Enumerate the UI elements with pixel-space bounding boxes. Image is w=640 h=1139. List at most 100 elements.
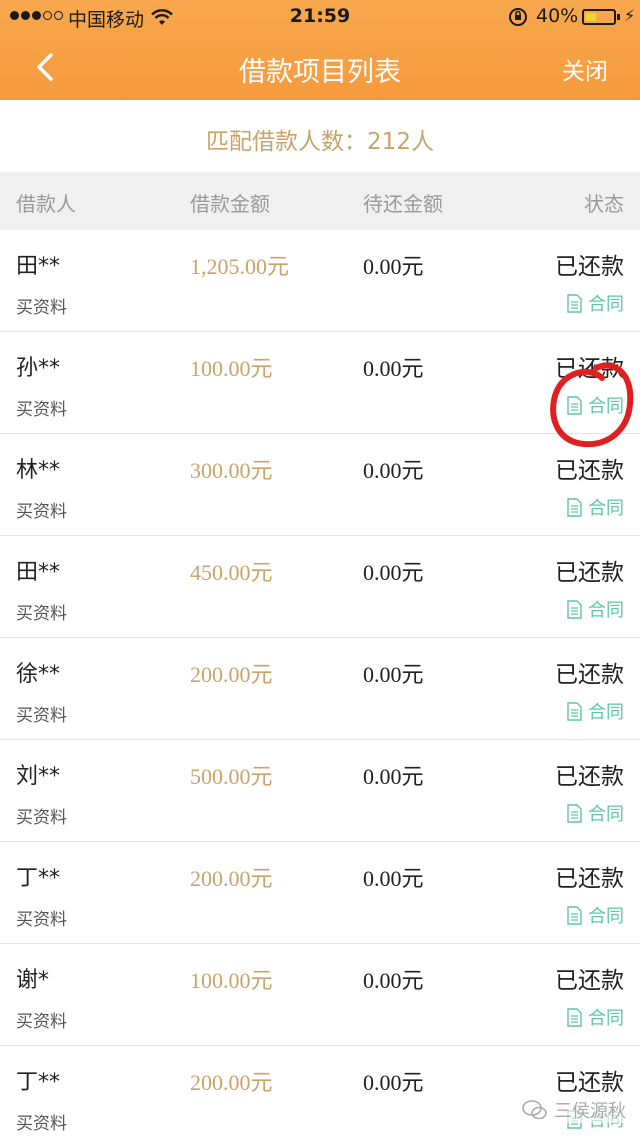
document-icon: [567, 497, 582, 517]
borrower-name: 刘**: [16, 764, 61, 789]
loan-amount: 450.00元: [190, 560, 273, 585]
borrower-name: 田**: [16, 560, 61, 585]
repayment-status: 已还款: [555, 1070, 624, 1096]
remaining-amount: 0.00元: [363, 968, 424, 993]
document-icon: [567, 1007, 582, 1027]
battery-icon: [582, 9, 616, 25]
loan-purpose: 买资料: [16, 706, 67, 726]
document-icon: [567, 905, 582, 925]
table-row[interactable]: 丁**买资料200.00元0.00元已还款合同: [0, 1046, 640, 1139]
contract-label: 合同: [588, 906, 624, 927]
contract-link[interactable]: 合同: [567, 290, 624, 316]
loan-purpose: 买资料: [16, 604, 67, 624]
watermark: 三侯源秋: [522, 1097, 626, 1123]
borrower-name: 徐**: [16, 662, 61, 687]
column-header-status: 状态: [584, 192, 624, 216]
contract-link[interactable]: 合同: [567, 392, 624, 418]
match-summary: 匹配借款人数：212人: [0, 100, 640, 172]
watermark-text: 三侯源秋: [554, 1101, 626, 1122]
contract-link[interactable]: 合同: [567, 596, 624, 622]
loan-amount: 100.00元: [190, 356, 273, 381]
remaining-amount: 0.00元: [363, 560, 424, 585]
contract-label: 合同: [588, 1008, 624, 1029]
contract-label: 合同: [588, 804, 624, 825]
table-row[interactable]: 林** 买资料 300.00元 0.00元 已还款合同: [0, 434, 640, 536]
repayment-status: 已还款: [555, 866, 624, 892]
charging-bolt-icon: ⚡: [624, 6, 636, 25]
contract-link[interactable]: 合同: [567, 902, 624, 928]
contract-link[interactable]: 合同: [567, 1004, 624, 1030]
loan-list-screen: 中国移动 21:59 40% ⚡ 借款项目列表 关闭 匹配借款人数：212人 借…: [0, 0, 640, 1139]
borrower-name: 丁**: [16, 1070, 61, 1095]
rotation-lock-icon: [507, 6, 529, 33]
loan-amount: 100.00元: [190, 968, 273, 993]
borrower-name: 田**: [16, 254, 61, 279]
remaining-amount: 0.00元: [363, 1070, 424, 1095]
remaining-amount: 0.00元: [363, 458, 424, 483]
remaining-amount: 0.00元: [363, 764, 424, 789]
contract-link[interactable]: 合同: [567, 800, 624, 826]
column-header-remaining: 待还金额: [363, 192, 443, 216]
loan-amount: 500.00元: [190, 764, 273, 789]
loan-amount: 200.00元: [190, 866, 273, 891]
battery-fill: [586, 13, 596, 21]
remaining-amount: 0.00元: [363, 356, 424, 381]
loan-purpose: 买资料: [16, 808, 67, 828]
page-title: 借款项目列表: [239, 57, 401, 88]
remaining-amount: 0.00元: [363, 254, 424, 279]
close-button[interactable]: 关闭: [562, 52, 608, 86]
borrower-name: 孙**: [16, 356, 61, 381]
loan-amount: 300.00元: [190, 458, 273, 483]
contract-link[interactable]: 合同: [567, 698, 624, 724]
loan-amount: 200.00元: [190, 1070, 273, 1095]
table-row[interactable]: 刘** 买资料 500.00元 0.00元 已还款合同: [0, 740, 640, 842]
loan-purpose: 买资料: [16, 400, 67, 420]
column-header-amount: 借款金额: [190, 192, 270, 216]
battery-cap: [617, 14, 620, 20]
contract-label: 合同: [588, 702, 624, 723]
contract-label: 合同: [588, 498, 624, 519]
contract-link[interactable]: 合同: [567, 494, 624, 520]
repayment-status: 已还款: [555, 356, 624, 382]
repayment-status: 已还款: [555, 764, 624, 790]
loan-table: 田** 买资料 1,205.00元 0.00元 已还款 合同 孙** 买资料 100.00元 0.…: [0, 230, 640, 1139]
borrower-name: 谢*: [16, 968, 50, 993]
column-header-borrower: 借款人: [16, 192, 76, 216]
table-row[interactable]: 徐** 买资料 200.00元 0.00元 已还款合同: [0, 638, 640, 740]
repayment-status: 已还款: [555, 458, 624, 484]
wechat-icon: [522, 1100, 547, 1120]
status-bar: 中国移动 21:59 40% ⚡: [0, 0, 640, 34]
loan-amount: 200.00元: [190, 662, 273, 687]
contract-label: 合同: [588, 294, 624, 315]
remaining-amount: 0.00元: [363, 662, 424, 687]
borrower-name: 丁**: [16, 866, 61, 891]
repayment-status: 已还款: [555, 662, 624, 688]
table-row[interactable]: 田** 买资料 1,205.00元 0.00元 已还款合同: [0, 230, 640, 332]
document-icon: [567, 803, 582, 823]
document-icon: [567, 701, 582, 721]
remaining-amount: 0.00元: [363, 866, 424, 891]
loan-purpose: 买资料: [16, 1114, 67, 1134]
contract-label: 合同: [588, 396, 624, 417]
document-icon: [567, 395, 582, 415]
nav-bar: 借款项目列表 关闭: [0, 34, 640, 100]
loan-purpose: 买资料: [16, 298, 67, 318]
document-icon: [567, 599, 582, 619]
loan-purpose: 买资料: [16, 502, 67, 522]
loan-purpose: 买资料: [16, 1012, 67, 1032]
loan-purpose: 买资料: [16, 910, 67, 930]
table-row[interactable]: 田** 买资料 450.00元 0.00元 已还款合同: [0, 536, 640, 638]
battery-percent: 40%: [536, 5, 579, 27]
borrower-name: 林**: [16, 458, 61, 483]
contract-label: 合同: [588, 600, 624, 621]
repayment-status: 已还款: [555, 968, 624, 994]
table-row[interactable]: 丁** 买资料 200.00元 0.00元 已还款合同: [0, 842, 640, 944]
repayment-status: 已还款: [555, 560, 624, 586]
loan-amount: 1,205.00元: [190, 254, 290, 279]
repayment-status: 已还款: [555, 254, 624, 280]
header: 中国移动 21:59 40% ⚡ 借款项目列表 关闭: [0, 0, 640, 100]
table-row[interactable]: 孙** 买资料 100.00元 0.00元 已还款合同: [0, 332, 640, 434]
table-row[interactable]: 谢* 买资料 100.00元 0.00元 已还款合同: [0, 944, 640, 1046]
matched-borrower-count: 匹配借款人数：212人: [206, 129, 434, 155]
document-icon: [567, 293, 582, 313]
